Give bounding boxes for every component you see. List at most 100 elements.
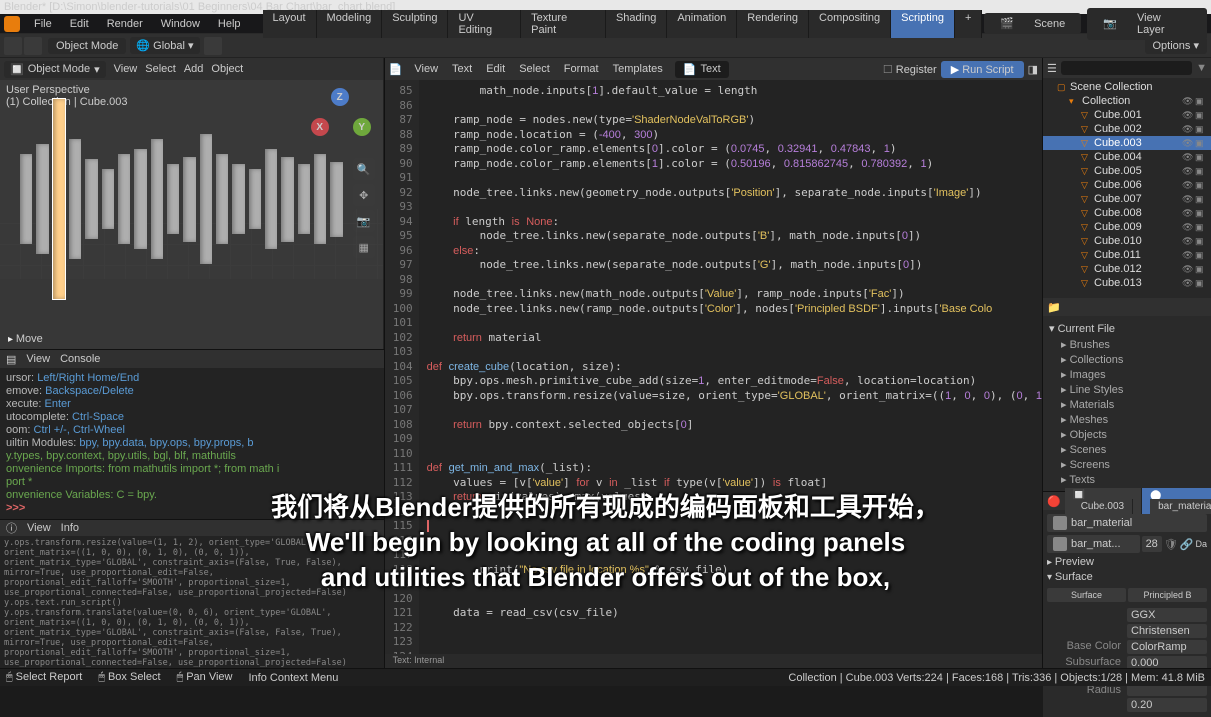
snap-toggle[interactable] — [204, 37, 222, 55]
python-console[interactable]: ursor: Left/Right Home/Endemove: Backspa… — [0, 368, 384, 519]
text-editor-icon[interactable]: 📄 — [389, 63, 403, 76]
filter-icon[interactable]: ▼ — [1196, 62, 1207, 74]
viewport-add-menu[interactable]: Add — [184, 63, 204, 75]
category-objects[interactable]: ▸ Objects — [1049, 427, 1205, 442]
menu-file[interactable]: File — [26, 16, 60, 32]
material-icon[interactable]: 🔴 — [1047, 495, 1061, 508]
workspace-tab-uv editing[interactable]: UV Editing — [448, 10, 521, 38]
outliner-item[interactable]: ▽Cube.013👁▣ — [1043, 276, 1211, 290]
register-checkbox[interactable]: ☐ Register — [883, 63, 937, 76]
outliner-item[interactable]: ▽Cube.006👁▣ — [1043, 178, 1211, 192]
run-script-button[interactable]: ▶ Run Script — [941, 61, 1024, 78]
status-context-menu[interactable]: Info Context Menu — [249, 672, 339, 684]
outliner-item[interactable]: ▢Scene Collection — [1043, 80, 1211, 94]
mode-dropdown[interactable]: Object Mode — [48, 38, 126, 54]
outliner-icon[interactable]: ☰ — [1047, 62, 1057, 75]
info-view-menu[interactable]: View — [27, 522, 51, 534]
scene-selector[interactable]: 🎬Scene — [984, 13, 1081, 34]
orientation-selector[interactable]: 🌐 Global ▾ — [130, 37, 199, 54]
status-select-report[interactable]: 🖱 Select Report — [6, 671, 82, 684]
user-count[interactable]: 28 — [1142, 536, 1162, 552]
persp-icon[interactable]: ▦ — [353, 236, 375, 258]
workspace-tab-+[interactable]: + — [955, 10, 982, 38]
workspace-tab-compositing[interactable]: Compositing — [809, 10, 891, 38]
menu-edit[interactable]: Edit — [62, 16, 97, 32]
outliner-item[interactable]: ▽Cube.010👁▣ — [1043, 234, 1211, 248]
sidebar-toggle-icon[interactable]: ◨ — [1028, 63, 1038, 76]
category-collections[interactable]: ▸ Collections — [1049, 352, 1205, 367]
select-icon[interactable] — [24, 37, 42, 55]
preview-header[interactable]: ▸ Preview — [1047, 556, 1207, 568]
text-datablock-selector[interactable]: 📄 Text — [675, 61, 729, 78]
workspace-tab-sculpting[interactable]: Sculpting — [382, 10, 448, 38]
menu-render[interactable]: Render — [99, 16, 151, 32]
workspace-tab-scripting[interactable]: Scripting — [891, 10, 955, 38]
status-pan-view[interactable]: 🖱 Pan View — [177, 671, 233, 684]
category-scenes[interactable]: ▸ Scenes — [1049, 442, 1205, 457]
outliner-item[interactable]: ▽Cube.003👁▣ — [1043, 136, 1211, 150]
viewport-view-menu[interactable]: View — [114, 63, 138, 75]
workspace-tab-rendering[interactable]: Rendering — [737, 10, 809, 38]
outliner-item[interactable]: ▽Cube.004👁▣ — [1043, 150, 1211, 164]
outliner-item[interactable]: ▽Cube.002👁▣ — [1043, 122, 1211, 136]
info-editor-icon[interactable]: ⓘ — [6, 520, 17, 536]
editor-menu-edit[interactable]: Edit — [480, 61, 511, 77]
mat-tab-object[interactable]: 🔲 Cube.003 — [1065, 488, 1142, 514]
mat-tab-material[interactable]: ⬤ bar_material — [1142, 488, 1211, 514]
menu-window[interactable]: Window — [153, 16, 208, 32]
zoom-icon[interactable]: 🔍 — [353, 158, 375, 180]
workspace-tab-shading[interactable]: Shading — [606, 10, 667, 38]
workspace-tab-animation[interactable]: Animation — [667, 10, 737, 38]
workspace-tab-texture paint[interactable]: Texture Paint — [521, 10, 606, 38]
console-view-menu[interactable]: View — [26, 353, 50, 365]
viewport-object-menu[interactable]: Object — [211, 63, 243, 75]
console-console-menu[interactable]: Console — [60, 353, 100, 365]
menu-help[interactable]: Help — [210, 16, 249, 32]
surface-label-btn[interactable]: Surface — [1047, 588, 1126, 602]
principled-btn[interactable]: Principled B — [1128, 588, 1207, 602]
category-screens[interactable]: ▸ Screens — [1049, 457, 1205, 472]
outliner-item[interactable]: ▽Cube.012👁▣ — [1043, 262, 1211, 276]
category-images[interactable]: ▸ Images — [1049, 367, 1205, 382]
material-slot[interactable]: bar_material — [1047, 514, 1207, 532]
editor-menu-templates[interactable]: Templates — [607, 61, 669, 77]
outliner-item[interactable]: ▽Cube.007👁▣ — [1043, 192, 1211, 206]
link-icon[interactable]: 🔗 — [1180, 538, 1194, 551]
workspace-tab-modeling[interactable]: Modeling — [317, 10, 383, 38]
options-dropdown[interactable]: Options ▾ — [1145, 37, 1208, 54]
category-line styles[interactable]: ▸ Line Styles — [1049, 382, 1205, 397]
outliner-item[interactable]: ▽Cube.005👁▣ — [1043, 164, 1211, 178]
outliner-item[interactable]: ▾Collection👁▣ — [1043, 94, 1211, 108]
current-file-header[interactable]: ▾ Current File — [1049, 322, 1205, 335]
category-brushes[interactable]: ▸ Brushes — [1049, 337, 1205, 352]
info-info-menu[interactable]: Info — [61, 522, 79, 534]
editor-menu-view[interactable]: View — [408, 61, 444, 77]
category-materials[interactable]: ▸ Materials — [1049, 397, 1205, 412]
viewlayer-selector[interactable]: 📷View Layer — [1087, 8, 1207, 40]
status-box-select[interactable]: 🖱 Box Select — [98, 671, 160, 684]
outliner-item[interactable]: ▽Cube.008👁▣ — [1043, 206, 1211, 220]
outliner-item[interactable]: ▽Cube.001👁▣ — [1043, 108, 1211, 122]
3d-viewport[interactable]: 🔲 Object Mode ▾ View Select Add Object U… — [0, 58, 384, 349]
viewport-mode[interactable]: 🔲 Object Mode ▾ — [4, 61, 106, 78]
editor-menu-format[interactable]: Format — [558, 61, 605, 77]
cursor-icon[interactable] — [4, 37, 22, 55]
outliner-search[interactable] — [1061, 61, 1192, 75]
category-meshes[interactable]: ▸ Meshes — [1049, 412, 1205, 427]
outliner-item[interactable]: ▽Cube.011👁▣ — [1043, 248, 1211, 262]
shield-icon[interactable]: 🛡 — [1164, 538, 1178, 551]
category-texts[interactable]: ▸ Texts — [1049, 472, 1205, 487]
material-name-field[interactable]: bar_mat... — [1047, 535, 1140, 553]
editor-menu-text[interactable]: Text — [446, 61, 478, 77]
camera-icon[interactable]: 📷 — [353, 210, 375, 232]
surface-header[interactable]: ▾ Surface — [1047, 571, 1207, 583]
workspace-tab-layout[interactable]: Layout — [263, 10, 317, 38]
editor-menu-select[interactable]: Select — [513, 61, 556, 77]
info-log[interactable]: y.ops.transform.resize(value=(1, 1, 2), … — [0, 536, 384, 670]
move-view-icon[interactable]: ✥ — [353, 184, 375, 206]
filebrowser-icon[interactable]: 📁 — [1047, 301, 1061, 314]
viewport-select-menu[interactable]: Select — [145, 63, 176, 75]
axis-y-icon[interactable]: Y — [353, 118, 371, 136]
outliner-item[interactable]: ▽Cube.009👁▣ — [1043, 220, 1211, 234]
console-editor-icon[interactable]: ▤ — [6, 353, 16, 366]
